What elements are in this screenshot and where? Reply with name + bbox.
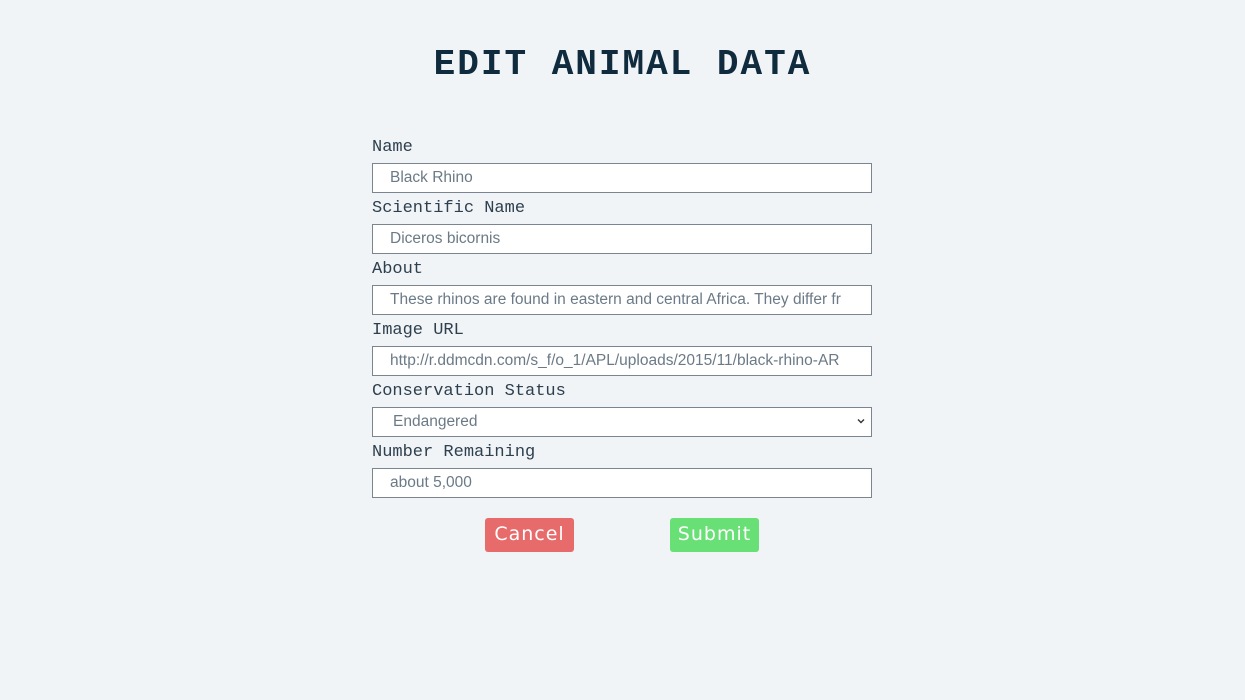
image-url-field[interactable]: http://r.ddmcdn.com/s_f/o_1/APL/uploads/… — [372, 346, 872, 376]
conservation-status-select[interactable]: Endangered — [372, 407, 872, 437]
scientific-name-label: Scientific Name — [372, 199, 526, 218]
edit-animal-page: EDIT ANIMAL DATA Name Black Rhino Scient… — [0, 0, 1245, 700]
cancel-button[interactable]: Cancel — [485, 518, 574, 552]
submit-button[interactable]: Submit — [670, 518, 759, 552]
number-remaining-field[interactable]: about 5,000 — [372, 468, 872, 498]
image-url-label: Image URL — [372, 321, 464, 340]
about-field[interactable]: These rhinos are found in eastern and ce… — [372, 285, 872, 315]
name-field[interactable]: Black Rhino — [372, 163, 872, 193]
chevron-down-icon — [857, 419, 865, 424]
about-label: About — [372, 260, 424, 279]
page-title: EDIT ANIMAL DATA — [433, 44, 812, 85]
name-label: Name — [372, 138, 413, 157]
scientific-name-field[interactable]: Diceros bicornis — [372, 224, 872, 254]
form-actions: Cancel Submit — [0, 518, 1245, 552]
edit-animal-form: Name Black Rhino Scientific Name Diceros… — [372, 137, 872, 503]
number-remaining-label: Number Remaining — [372, 443, 536, 462]
conservation-status-value: Endangered — [393, 413, 478, 430]
conservation-status-label: Conservation Status — [372, 382, 566, 401]
